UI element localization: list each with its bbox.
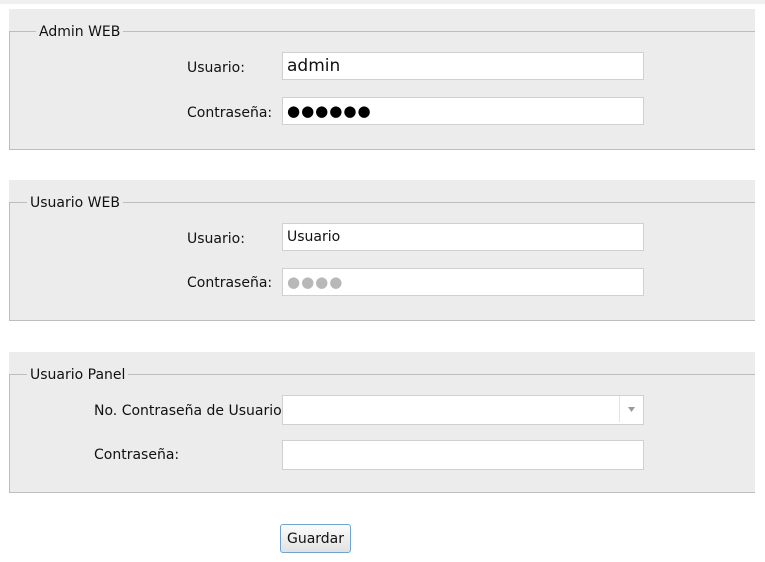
usuario-web-section: Usuario WEB Usuario: Usuario Contraseña:… bbox=[9, 180, 755, 321]
web-password-input[interactable]: ●●●● bbox=[282, 268, 644, 296]
chevron-down-icon[interactable] bbox=[619, 396, 643, 422]
usuario-panel-section: Usuario Panel No. Contraseña de Usuario:… bbox=[9, 352, 755, 493]
admin-password-value: ●●●●●● bbox=[287, 102, 372, 120]
web-password-label: Contraseña: bbox=[187, 275, 273, 291]
top-divider bbox=[0, 0, 765, 4]
admin-password-input[interactable]: ●●●●●● bbox=[282, 97, 644, 125]
web-user-label: Usuario: bbox=[187, 231, 245, 247]
admin-web-section: Admin WEB Usuario: admin Contraseña: ●●●… bbox=[9, 9, 755, 150]
usuario-panel-fieldset-border bbox=[9, 374, 755, 493]
panel-password-input[interactable] bbox=[282, 440, 644, 470]
admin-web-legend: Admin WEB bbox=[36, 24, 124, 40]
admin-password-label: Contraseña: bbox=[187, 105, 273, 121]
admin-user-value: admin bbox=[287, 56, 341, 76]
usuario-panel-legend: Usuario Panel bbox=[27, 367, 129, 383]
save-button[interactable]: Guardar bbox=[280, 524, 351, 553]
panel-password-label: Contraseña: bbox=[94, 447, 180, 463]
admin-user-label: Usuario: bbox=[187, 60, 245, 76]
admin-web-fieldset-border bbox=[9, 31, 755, 150]
web-user-value: Usuario bbox=[287, 229, 341, 245]
usuario-web-fieldset-border bbox=[9, 202, 755, 321]
panel-user-number-select[interactable] bbox=[282, 395, 644, 425]
web-password-value: ●●●● bbox=[287, 273, 344, 291]
admin-user-input[interactable]: admin bbox=[282, 52, 644, 80]
usuario-web-legend: Usuario WEB bbox=[27, 195, 123, 211]
panel-user-number-label: No. Contraseña de Usuario: bbox=[94, 403, 287, 419]
web-user-input[interactable]: Usuario bbox=[282, 223, 644, 251]
